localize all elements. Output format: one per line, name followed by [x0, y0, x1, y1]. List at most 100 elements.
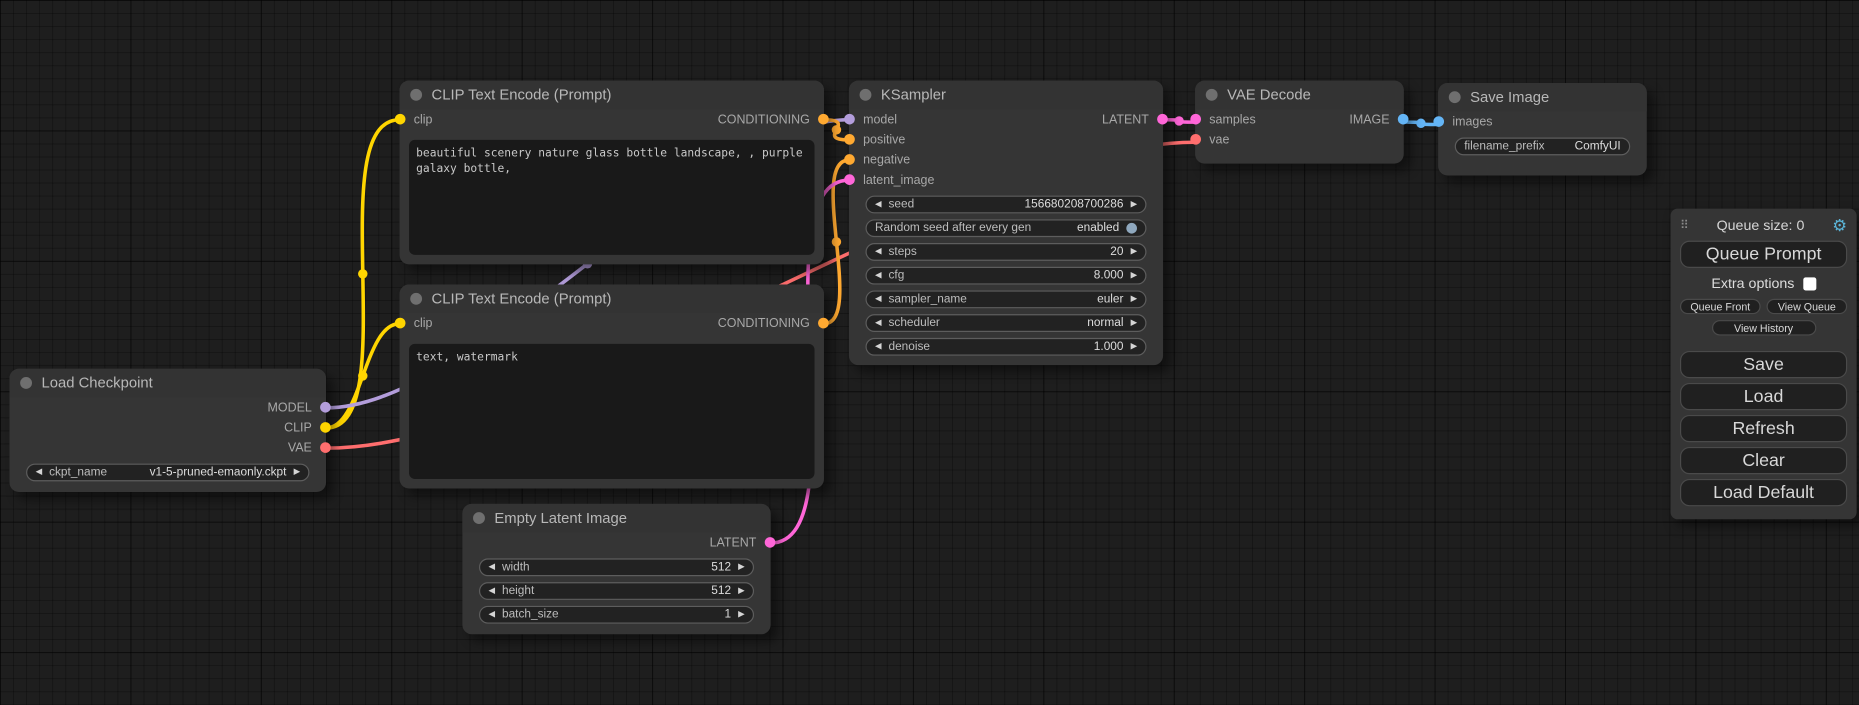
- queue-actions-row: Queue Front View Queue: [1680, 299, 1847, 314]
- wire-midpoint-dot[interactable]: [358, 371, 367, 380]
- input-port-positive[interactable]: [844, 134, 855, 145]
- increment-arrow-icon[interactable]: ▶: [1131, 200, 1137, 208]
- output-port-latent[interactable]: [765, 537, 776, 548]
- output-port-conditioning[interactable]: [818, 114, 829, 125]
- cfg-widget[interactable]: ◀ cfg 8.000 ▶: [865, 267, 1146, 285]
- widget-label: sampler_name: [888, 293, 966, 306]
- queue-menu-panel[interactable]: ⠿ Queue size: 0 ⚙ Queue Prompt Extra opt…: [1671, 209, 1857, 520]
- node-load-checkpoint[interactable]: Load Checkpoint MODEL CLIP VAE ◀ ckpt_na…: [9, 369, 326, 492]
- ckpt-name-widget[interactable]: ◀ ckpt_name v1-5-pruned-emaonly.ckpt ▶: [26, 464, 309, 482]
- seed-widget[interactable]: ◀ seed 156680208700286 ▶: [865, 196, 1146, 214]
- input-port-latent-image[interactable]: [844, 174, 855, 185]
- wire-midpoint-dot[interactable]: [358, 269, 367, 278]
- batch-size-widget[interactable]: ◀ batch_size 1 ▶: [479, 606, 754, 624]
- clear-button[interactable]: Clear: [1680, 447, 1847, 474]
- load-button[interactable]: Load: [1680, 383, 1847, 410]
- view-queue-button[interactable]: View Queue: [1767, 299, 1848, 314]
- node-clip-text-encode-positive[interactable]: CLIP Text Encode (Prompt) clip CONDITION…: [400, 81, 824, 265]
- decrement-arrow-icon[interactable]: ◀: [875, 200, 881, 208]
- increment-arrow-icon[interactable]: ▶: [738, 563, 744, 571]
- queue-prompt-button[interactable]: Queue Prompt: [1680, 241, 1847, 268]
- refresh-button[interactable]: Refresh: [1680, 415, 1847, 442]
- increment-arrow-icon[interactable]: ▶: [738, 587, 744, 595]
- node-save-image[interactable]: Save Image images filename_prefix ComfyU…: [1438, 83, 1647, 175]
- decrement-arrow-icon[interactable]: ◀: [488, 611, 494, 619]
- queue-front-button[interactable]: Queue Front: [1680, 299, 1761, 314]
- collapse-dot-icon[interactable]: [20, 377, 32, 389]
- prompt-text-area[interactable]: text, watermark: [409, 344, 814, 479]
- toggle-indicator-icon[interactable]: [1126, 223, 1137, 234]
- node-title-bar[interactable]: Load Checkpoint: [9, 369, 326, 397]
- node-title-bar[interactable]: VAE Decode: [1195, 81, 1404, 109]
- node-title-bar[interactable]: Empty Latent Image: [462, 504, 770, 532]
- collapse-dot-icon[interactable]: [473, 512, 485, 524]
- steps-widget[interactable]: ◀ steps 20 ▶: [865, 243, 1146, 261]
- save-button[interactable]: Save: [1680, 351, 1847, 378]
- increment-arrow-icon[interactable]: ▶: [1131, 319, 1137, 327]
- settings-gear-icon[interactable]: ⚙: [1832, 217, 1847, 234]
- increment-arrow-icon[interactable]: ▶: [1131, 295, 1137, 303]
- node-title-bar[interactable]: KSampler: [849, 81, 1163, 109]
- random-seed-toggle-widget[interactable]: Random seed after every gen enabled: [865, 219, 1146, 237]
- input-port-clip[interactable]: [395, 114, 406, 125]
- sampler-name-widget[interactable]: ◀ sampler_name euler ▶: [865, 290, 1146, 308]
- input-port-model[interactable]: [844, 114, 855, 125]
- output-port-clip[interactable]: [320, 422, 331, 433]
- collapse-dot-icon[interactable]: [860, 89, 872, 101]
- view-history-button[interactable]: View History: [1711, 320, 1815, 335]
- decrement-arrow-icon[interactable]: ◀: [875, 248, 881, 256]
- node-vae-decode[interactable]: VAE Decode samples IMAGE vae: [1195, 81, 1404, 164]
- height-widget[interactable]: ◀ height 512 ▶: [479, 582, 754, 600]
- widget-label: width: [502, 561, 530, 574]
- collapse-dot-icon[interactable]: [1206, 89, 1218, 101]
- output-port-model[interactable]: [320, 402, 331, 413]
- wire-midpoint-dot[interactable]: [1174, 116, 1183, 125]
- output-label: LATENT: [710, 535, 757, 549]
- node-empty-latent-image[interactable]: Empty Latent Image LATENT ◀ width 512 ▶ …: [462, 504, 770, 634]
- scheduler-widget[interactable]: ◀ scheduler normal ▶: [865, 314, 1146, 332]
- input-slot-latent-image: latent_image: [849, 170, 1163, 190]
- wire-midpoint-dot[interactable]: [1416, 119, 1425, 128]
- prompt-text-area[interactable]: beautiful scenery nature glass bottle la…: [409, 140, 814, 255]
- wire-midpoint-dot[interactable]: [832, 125, 841, 134]
- decrement-arrow-icon[interactable]: ◀: [488, 563, 494, 571]
- output-port-vae[interactable]: [320, 442, 331, 453]
- width-widget[interactable]: ◀ width 512 ▶: [479, 558, 754, 576]
- input-port-samples[interactable]: [1190, 114, 1201, 125]
- decrement-arrow-icon[interactable]: ◀: [875, 272, 881, 280]
- collapse-dot-icon[interactable]: [1449, 91, 1461, 103]
- output-port-image[interactable]: [1398, 114, 1409, 125]
- input-slot-positive: positive: [849, 129, 1163, 149]
- collapse-dot-icon[interactable]: [410, 293, 422, 305]
- decrement-arrow-icon[interactable]: ◀: [36, 468, 42, 476]
- output-port-latent[interactable]: [1157, 114, 1168, 125]
- input-port-negative[interactable]: [844, 154, 855, 165]
- decrement-arrow-icon[interactable]: ◀: [875, 319, 881, 327]
- increment-arrow-icon[interactable]: ▶: [738, 611, 744, 619]
- drag-handle-icon[interactable]: ⠿: [1680, 219, 1689, 232]
- node-title-bar[interactable]: Save Image: [1438, 83, 1647, 111]
- load-default-button[interactable]: Load Default: [1680, 479, 1847, 506]
- increment-arrow-icon[interactable]: ▶: [1131, 343, 1137, 351]
- node-title-bar[interactable]: CLIP Text Encode (Prompt): [400, 285, 824, 313]
- output-port-conditioning[interactable]: [818, 318, 829, 329]
- input-port-vae[interactable]: [1190, 134, 1201, 145]
- node-clip-text-encode-negative[interactable]: CLIP Text Encode (Prompt) clip CONDITION…: [400, 285, 824, 489]
- increment-arrow-icon[interactable]: ▶: [1131, 248, 1137, 256]
- node-ksampler[interactable]: KSampler model LATENT positive negative …: [849, 81, 1163, 366]
- collapse-dot-icon[interactable]: [410, 89, 422, 101]
- node-graph-canvas[interactable]: Load Checkpoint MODEL CLIP VAE ◀ ckpt_na…: [0, 0, 1859, 705]
- extra-options-checkbox[interactable]: [1803, 277, 1816, 290]
- decrement-arrow-icon[interactable]: ◀: [875, 295, 881, 303]
- node-title-bar[interactable]: CLIP Text Encode (Prompt): [400, 81, 824, 109]
- input-port-clip[interactable]: [395, 318, 406, 329]
- filename-prefix-widget[interactable]: filename_prefix ComfyUI: [1455, 138, 1630, 156]
- increment-arrow-icon[interactable]: ▶: [294, 468, 300, 476]
- increment-arrow-icon[interactable]: ▶: [1131, 272, 1137, 280]
- input-port-images[interactable]: [1433, 116, 1444, 127]
- wire-midpoint-dot[interactable]: [832, 237, 841, 246]
- decrement-arrow-icon[interactable]: ◀: [875, 343, 881, 351]
- decrement-arrow-icon[interactable]: ◀: [488, 587, 494, 595]
- node-title-label: KSampler: [881, 87, 946, 104]
- denoise-widget[interactable]: ◀ denoise 1.000 ▶: [865, 338, 1146, 356]
